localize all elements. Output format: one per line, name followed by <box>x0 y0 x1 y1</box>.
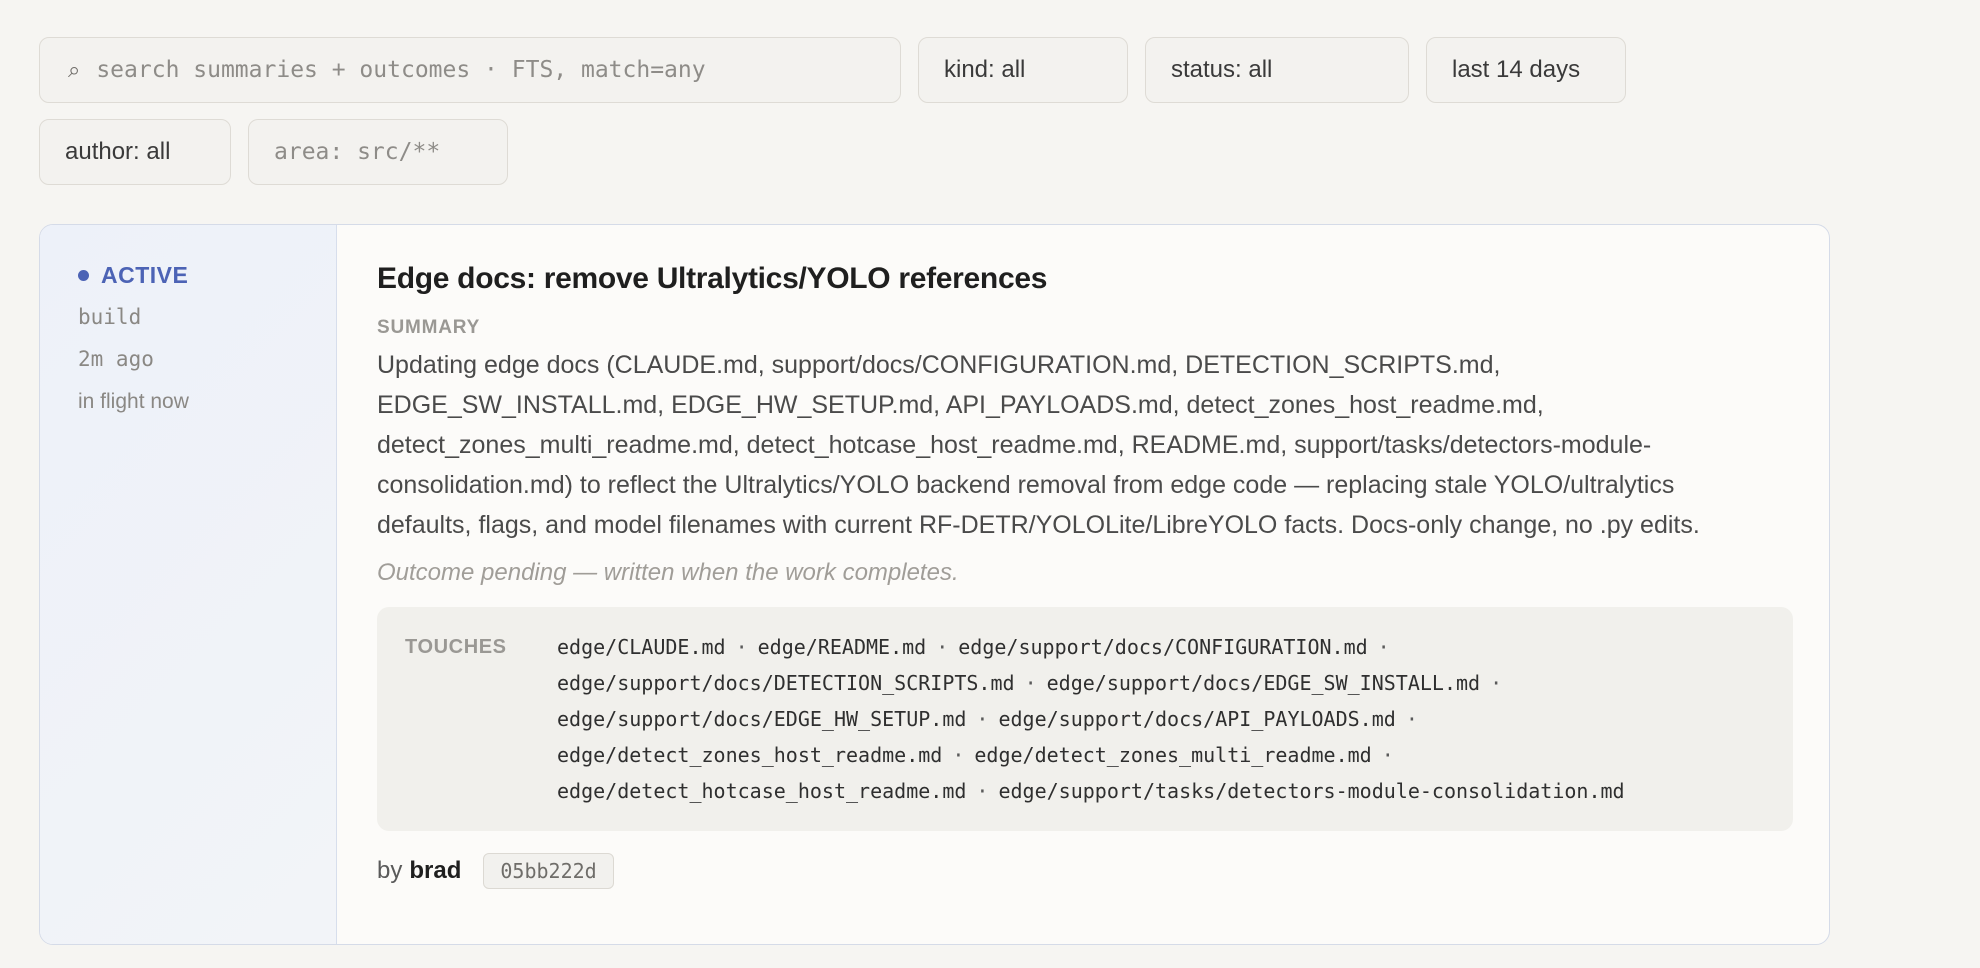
touched-file[interactable]: edge/support/docs/CONFIGURATION.md <box>958 635 1367 659</box>
touched-file[interactable]: edge/support/docs/EDGE_SW_INSTALL.md <box>1047 671 1480 695</box>
summary-label: SUMMARY <box>377 317 481 338</box>
entry-age: 2m ago <box>78 347 154 371</box>
touches-line: edge/support/docs/EDGE_HW_SETUP.md · edge/… <box>557 701 1625 737</box>
status-label: ACTIVE <box>101 261 189 288</box>
touches-box: TOUCHES edge/CLAUDE.md · edge/README.md · ed… <box>377 607 1793 831</box>
touched-file[interactable]: edge/support/docs/DETECTION_SCRIPTS.md <box>557 671 1015 695</box>
file-separator: · <box>976 707 989 731</box>
entry-footer: by brad 05bb222d <box>377 853 1793 889</box>
file-separator: · <box>1377 635 1390 659</box>
author-filter[interactable]: author: all <box>39 119 231 185</box>
search-icon: ⌕ <box>68 57 81 82</box>
kind-filter[interactable]: kind: all <box>918 37 1128 103</box>
summary-text: Updating edge docs (CLAUDE.md, support/d… <box>377 351 1700 539</box>
entry-card[interactable]: ACTIVE build 2m ago in flight now Edge d… <box>39 224 1830 945</box>
touches-label: TOUCHES <box>405 636 507 658</box>
date-range-filter[interactable]: last 14 days <box>1426 37 1626 103</box>
search-placeholder: search summaries + outcomes · FTS, match… <box>96 57 706 83</box>
file-separator: · <box>952 743 965 767</box>
file-separator: · <box>1381 743 1394 767</box>
status-dot-icon <box>78 269 89 281</box>
file-separator: · <box>936 635 949 659</box>
file-separator: · <box>1024 671 1037 695</box>
file-separator: · <box>1490 671 1503 695</box>
entry-sidebar: ACTIVE build 2m ago in flight now <box>40 225 337 944</box>
touches-line: edge/detect_hotcase_host_readme.md · edge/… <box>557 773 1625 809</box>
entry-title[interactable]: Edge docs: remove Ultralytics/YOLO refer… <box>377 259 1793 299</box>
file-separator: · <box>735 635 748 659</box>
status-badge: ACTIVE <box>78 259 336 291</box>
touches-line: edge/detect_zones_host_readme.md · edge/de… <box>557 737 1625 773</box>
commit-hash[interactable]: 05bb222d <box>483 853 614 889</box>
outcome-text: Outcome pending — written when the work … <box>377 559 959 586</box>
entry-body: Edge docs: remove Ultralytics/YOLO refer… <box>337 225 1829 944</box>
search-input[interactable]: ⌕ search summaries + outcomes · FTS, mat… <box>39 37 901 103</box>
file-separator: · <box>1405 707 1418 731</box>
touched-file[interactable]: edge/detect_hotcase_host_readme.md <box>557 779 966 803</box>
touches-line: edge/CLAUDE.md · edge/README.md · edge/suppo… <box>557 629 1625 665</box>
touched-file[interactable]: edge/detect_zones_host_readme.md <box>557 743 942 767</box>
touches-file-list: edge/CLAUDE.md · edge/README.md · edge/suppo… <box>557 629 1625 809</box>
entry-state: in flight now <box>78 390 189 413</box>
touched-file[interactable]: edge/detect_zones_multi_readme.md <box>974 743 1371 767</box>
touched-file[interactable]: edge/README.md <box>758 635 927 659</box>
status-filter[interactable]: status: all <box>1145 37 1409 103</box>
touched-file[interactable]: edge/CLAUDE.md <box>557 635 726 659</box>
touched-file[interactable]: edge/support/tasks/detectors-module-cons… <box>998 779 1624 803</box>
entry-kind: build <box>78 305 142 329</box>
touches-line: edge/support/docs/DETECTION_SCRIPTS.md · e… <box>557 665 1625 701</box>
filter-bar: ⌕ search summaries + outcomes · FTS, mat… <box>39 37 1831 185</box>
file-separator: · <box>976 779 989 803</box>
by-label: by <box>377 857 403 884</box>
author-name[interactable]: brad <box>409 857 461 885</box>
touched-file[interactable]: edge/support/docs/API_PAYLOADS.md <box>998 707 1395 731</box>
area-filter-input[interactable]: area: src/** <box>248 119 508 185</box>
touched-file[interactable]: edge/support/docs/EDGE_HW_SETUP.md <box>557 707 966 731</box>
